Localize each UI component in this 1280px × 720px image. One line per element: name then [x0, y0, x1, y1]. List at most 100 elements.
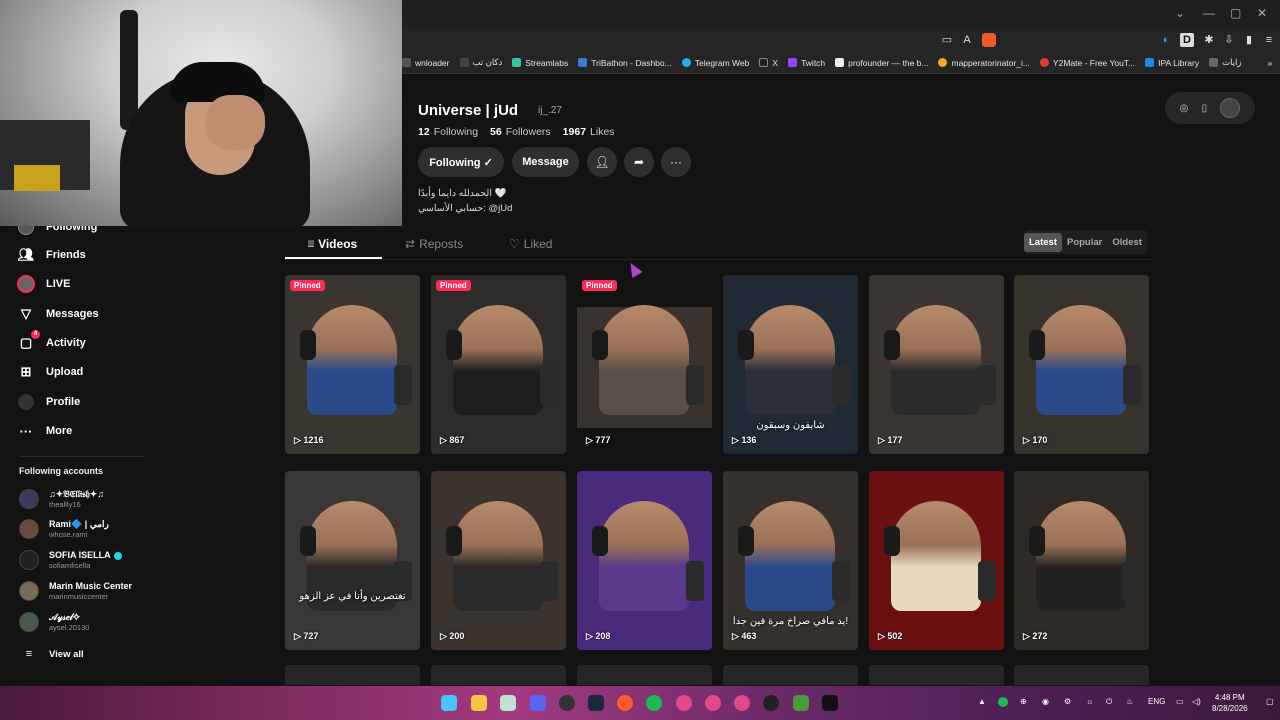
brave-icon[interactable]: [617, 695, 633, 711]
bookmark-item[interactable]: wnloader: [402, 58, 450, 68]
notification-icon[interactable]: ▢: [1266, 697, 1274, 706]
video-card[interactable]: ▷ 502: [869, 471, 1004, 650]
more-options-button[interactable]: ···: [661, 147, 691, 177]
translate-icon[interactable]: A: [960, 33, 974, 47]
video-card[interactable]: ▷ 200: [431, 471, 566, 650]
spotify-tray-icon[interactable]: [998, 697, 1008, 707]
bookmark-item[interactable]: Twitch: [788, 58, 825, 68]
following-account[interactable]: ♫✦𝔅𝔈𝔩𝔩𝔦𝔰𝔥✦♫ theallly16: [19, 489, 104, 509]
tray-icon[interactable]: ◉: [1042, 697, 1049, 706]
video-card-partial[interactable]: [869, 665, 1004, 685]
more-bookmarks-button[interactable]: »: [1268, 58, 1273, 68]
system-clock[interactable]: 4:48 PM 8/28/2026: [1212, 692, 1248, 714]
menu-icon[interactable]: ≡: [1262, 33, 1276, 47]
sort-popular-button[interactable]: Popular: [1062, 233, 1107, 252]
obs-icon[interactable]: [559, 695, 575, 711]
view-all-link[interactable]: ≡ View all: [19, 648, 84, 660]
bookmark-item[interactable]: TriBathon - Dashbo...: [578, 58, 672, 68]
following-stat[interactable]: 12 Following: [418, 126, 478, 138]
minecraft-icon[interactable]: [793, 695, 809, 711]
video-card[interactable]: Pinned ▷ 867: [431, 275, 566, 454]
following-account[interactable]: Marin Music Center marinmusiccenter: [19, 581, 132, 601]
video-card-partial[interactable]: [285, 665, 420, 685]
close-window-icon[interactable]: ✕: [1257, 6, 1267, 20]
minimize-icon[interactable]: ⌄: [1175, 6, 1185, 20]
minimize-window-icon[interactable]: —: [1203, 6, 1215, 20]
sidebar-item-messages[interactable]: ▽ Messages: [17, 305, 99, 323]
sidebar-item-live[interactable]: LIVE: [17, 275, 70, 293]
sidebar-item-upload[interactable]: ⊞ Upload: [17, 363, 84, 381]
language-indicator[interactable]: ENG: [1148, 697, 1165, 706]
app-icon[interactable]: [705, 695, 721, 711]
video-card[interactable]: Pinned ▷ 777: [577, 275, 712, 454]
bookmark-item[interactable]: Telegram Web: [681, 58, 749, 68]
sidebar-item-more[interactable]: ··· More: [17, 422, 73, 440]
sidebar-item-friends[interactable]: 👥︎ Friends: [17, 246, 86, 264]
tray-icon[interactable]: ⏻: [1106, 697, 1112, 707]
tray-icon[interactable]: ⚙: [1064, 697, 1071, 706]
tab-reposts[interactable]: ⇄ Reposts: [405, 237, 463, 251]
bookmark-item[interactable]: Streamlabs: [512, 58, 568, 68]
display-icon[interactable]: ▭: [1176, 697, 1184, 706]
spotify-icon[interactable]: [646, 695, 662, 711]
compass-icon[interactable]: ◎: [1180, 103, 1189, 114]
following-account[interactable]: 𝒜𝓎𝓈𝑒𝓁✧ aysel.20130: [19, 612, 89, 632]
tray-icon[interactable]: ⊕: [1020, 697, 1027, 706]
sidebar-toggle-icon[interactable]: ▮: [1242, 33, 1256, 47]
app-icon[interactable]: [500, 695, 516, 711]
bookmark-item[interactable]: mapperatorinator_i...: [938, 58, 1030, 68]
sidebar-item-activity[interactable]: ▢ 4 Activity: [17, 330, 86, 352]
bookmark-item[interactable]: Y2Mate - Free YouT...: [1039, 58, 1135, 68]
file-explorer-icon[interactable]: [471, 695, 487, 711]
following-account[interactable]: SOFIA ISELLA sofiamfisella: [19, 550, 122, 570]
followers-stat[interactable]: 56 Followers: [490, 126, 551, 138]
extensions-icon[interactable]: ✱: [1202, 33, 1216, 47]
add-friend-button[interactable]: 👤︎: [587, 147, 617, 177]
bookmark-item[interactable]: X: [759, 58, 778, 68]
sort-latest-button[interactable]: Latest: [1024, 232, 1062, 252]
share-button[interactable]: ➦: [624, 147, 654, 177]
video-card[interactable]: ▷ 170: [1014, 275, 1149, 454]
tab-liked[interactable]: ♡ Liked: [509, 237, 552, 251]
bookmark-item[interactable]: زايات: [1209, 57, 1242, 68]
video-card[interactable]: تغتصرين وأنا في عز الزهو ▷ 727: [285, 471, 420, 650]
following-account[interactable]: Rami🔷 | رامي whose.rami: [19, 519, 109, 539]
brave-shield-icon[interactable]: [982, 33, 996, 47]
download-icon[interactable]: ⇩: [1222, 33, 1236, 47]
video-card[interactable]: ▷ 272: [1014, 471, 1149, 650]
video-card[interactable]: Pinned ▷ 1216: [285, 275, 420, 454]
sort-oldest-button[interactable]: Oldest: [1107, 233, 1147, 252]
bookmark-item[interactable]: دكان تب: [459, 57, 502, 68]
volume-icon[interactable]: ◁): [1192, 697, 1201, 706]
extension-d-icon[interactable]: D: [1180, 33, 1194, 47]
app-icon[interactable]: [676, 695, 692, 711]
sidebar-item-profile[interactable]: Profile: [17, 393, 80, 411]
following-button[interactable]: Following ✓: [418, 147, 504, 177]
app-icon[interactable]: [734, 695, 750, 711]
video-card-partial[interactable]: [1014, 665, 1149, 685]
tray-overflow-icon[interactable]: ▲: [978, 697, 986, 706]
video-card-partial[interactable]: [723, 665, 858, 685]
start-icon[interactable]: [441, 695, 457, 711]
discord-icon[interactable]: [530, 695, 546, 711]
video-card[interactable]: ▷ 208: [577, 471, 712, 650]
brightness-icon[interactable]: ☼: [1086, 697, 1093, 706]
audio-icon[interactable]: ◖: [1158, 33, 1172, 47]
maximize-icon[interactable]: ▢: [1230, 6, 1241, 20]
bookmark-item[interactable]: profounder — the b...: [835, 58, 928, 68]
app-icon[interactable]: [763, 695, 779, 711]
bookmark-item[interactable]: IPA Library: [1145, 58, 1199, 68]
tray-icon[interactable]: ♨: [1126, 697, 1133, 706]
avatar[interactable]: [1220, 98, 1241, 118]
app-icon[interactable]: [822, 695, 838, 711]
video-card-partial[interactable]: [431, 665, 566, 685]
tab-videos[interactable]: ⦙⦙⦙ Videos: [308, 237, 357, 251]
steam-icon[interactable]: [588, 695, 604, 711]
video-card[interactable]: يد مافي صراخ مرة فين جدا! ▷ 463: [723, 471, 858, 650]
video-card[interactable]: ▷ 177: [869, 275, 1004, 454]
cast-icon[interactable]: ▭: [940, 33, 954, 47]
video-card-partial[interactable]: [577, 665, 712, 685]
phone-icon[interactable]: ▯: [1202, 103, 1208, 114]
message-button[interactable]: Message: [512, 147, 579, 177]
video-card[interactable]: شايفون وسبقون ▷ 136: [723, 275, 858, 454]
